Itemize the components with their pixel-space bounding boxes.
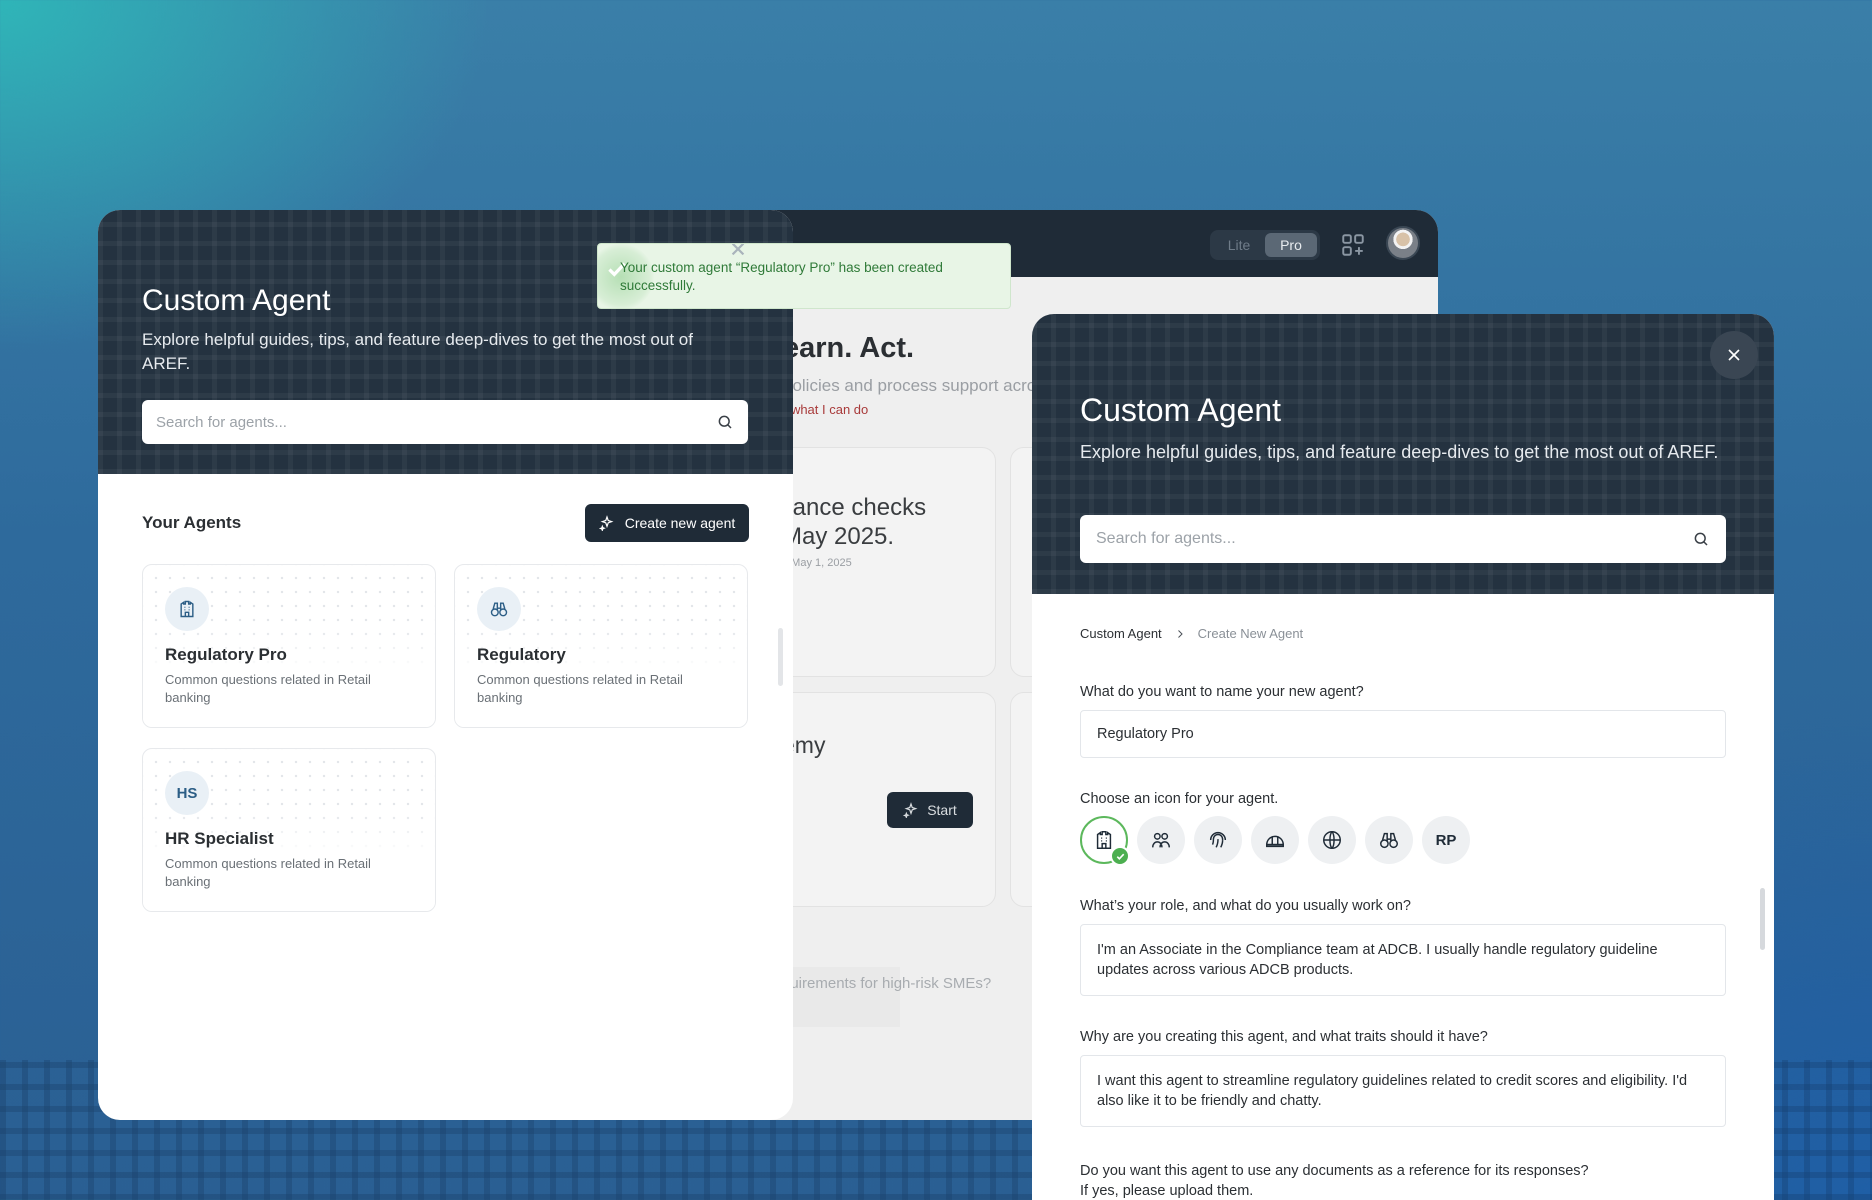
mode-pro[interactable]: Pro: [1265, 233, 1317, 257]
role-field-label: What’s your role, and what do you usuall…: [1080, 898, 1411, 914]
close-icon: [1728, 349, 1740, 361]
documents-question: Do you want this agent to use any docume…: [1080, 1161, 1680, 1200]
breadcrumb-custom-agent[interactable]: Custom Agent: [1080, 626, 1162, 641]
icon-picker: RP: [1080, 816, 1470, 866]
agent-card-regulatory[interactable]: Regulatory Common questions related in R…: [454, 564, 748, 728]
building-icon: [180, 600, 194, 618]
globe-icon: [1323, 831, 1341, 849]
hero-title: earn. Act.: [783, 332, 915, 364]
close-button[interactable]: [1710, 331, 1758, 379]
sparkle-icon: [903, 802, 918, 818]
page-subtitle: Explore helpful guides, tips, and featur…: [1080, 442, 1719, 462]
section-title: Your Agents: [142, 513, 242, 532]
success-toast: Your custom agent “Regulatory Pro” has b…: [597, 243, 1011, 309]
search-icon[interactable]: [716, 413, 734, 431]
role-textarea[interactable]: I'm an Associate in the Compliance team …: [1080, 924, 1726, 996]
agent-name: HR Specialist: [165, 829, 274, 848]
icon-option-initials[interactable]: RP: [1422, 816, 1470, 864]
page-subtitle: Explore helpful guides, tips, and featur…: [142, 330, 693, 373]
binoculars-icon: [1380, 832, 1398, 849]
toast-message: Your custom agent “Regulatory Pro” has b…: [620, 260, 943, 293]
why-textarea[interactable]: I want this agent to streamline regulato…: [1080, 1055, 1726, 1127]
icon-option-people[interactable]: [1137, 816, 1185, 864]
selected-check-icon: [1110, 846, 1130, 866]
agent-card-regulatory-pro[interactable]: Regulatory Pro Common questions related …: [142, 564, 436, 728]
bg-chat-input-text: quirements for high-risk SMEs?: [782, 975, 992, 992]
bg-card-title: liance checks May 2025.: [782, 494, 927, 550]
chevron-right-icon: [1177, 629, 1183, 638]
search-box[interactable]: [142, 400, 748, 444]
agent-avatar: [165, 587, 209, 631]
icon-option-building[interactable]: [1080, 816, 1130, 866]
page-title: Custom Agent: [142, 284, 331, 317]
helmet-icon: [1266, 835, 1284, 848]
agent-initials: HS: [165, 771, 209, 815]
left-custom-agent-panel: Custom Agent Explore helpful guides, tip…: [98, 210, 793, 1120]
search-input[interactable]: [1096, 515, 1692, 563]
icon-option-helmet[interactable]: [1251, 816, 1299, 864]
agent-card-hr-specialist[interactable]: HS HR Specialist Common questions relate…: [142, 748, 436, 912]
search-input[interactable]: [156, 400, 716, 444]
fingerprint-icon: [1209, 832, 1227, 848]
icon-option-binoculars[interactable]: [1365, 816, 1413, 864]
documents-question-line2: If yes, please upload them.: [1080, 1183, 1254, 1199]
hero-link[interactable]: r what I can do: [783, 402, 868, 417]
breadcrumb: Custom Agent Create New Agent: [1080, 626, 1303, 641]
building-icon: [1096, 831, 1112, 849]
close-icon[interactable]: [725, 243, 751, 262]
mode-lite[interactable]: Lite: [1213, 233, 1265, 257]
agent-description: Common questions related in Retail banki…: [477, 672, 683, 705]
icon-field-label: Choose an icon for your agent.: [1080, 791, 1279, 807]
icon-option-fingerprint[interactable]: [1194, 816, 1242, 864]
agent-description: Common questions related in Retail banki…: [165, 856, 371, 889]
apps-grid-icon[interactable]: [1340, 232, 1366, 258]
right-panel-header: Custom Agent Explore helpful guides, tip…: [1032, 314, 1774, 594]
mode-toggle[interactable]: Lite Pro: [1210, 230, 1320, 260]
binoculars-icon: [490, 602, 508, 617]
breadcrumb-create-new-agent: Create New Agent: [1197, 626, 1304, 641]
agent-name-value: Regulatory Pro: [1097, 726, 1194, 742]
name-field-label: What do you want to name your new agent?: [1080, 684, 1364, 700]
scrollbar[interactable]: [1760, 888, 1765, 950]
right-create-agent-panel: Custom Agent Explore helpful guides, tip…: [1032, 314, 1774, 1200]
sparkle-icon: [598, 515, 614, 531]
create-new-agent-button[interactable]: Create new agent: [585, 504, 749, 542]
create-button-label: Create new agent: [624, 515, 736, 531]
page-title: Custom Agent: [1080, 392, 1281, 428]
icon-option-globe[interactable]: [1308, 816, 1356, 864]
search-icon[interactable]: [1692, 530, 1710, 548]
search-box[interactable]: [1080, 515, 1726, 563]
agent-name: Regulatory: [477, 645, 566, 664]
documents-question-line1: Do you want this agent to use any docume…: [1080, 1163, 1589, 1179]
agent-description: Common questions related in Retail banki…: [165, 672, 371, 705]
people-icon: [1152, 832, 1170, 848]
start-button[interactable]: Start: [887, 792, 973, 828]
scrollbar[interactable]: [778, 628, 783, 686]
hero-subtitle: policies and process support acro: [783, 376, 1037, 395]
user-avatar[interactable]: [1386, 226, 1420, 260]
why-field-label: Why are you creating this agent, and wha…: [1080, 1029, 1488, 1045]
agent-name: Regulatory Pro: [165, 645, 287, 664]
start-button-label: Start: [927, 802, 957, 818]
agent-name-input[interactable]: Regulatory Pro: [1080, 710, 1726, 758]
agent-avatar: [477, 587, 521, 631]
